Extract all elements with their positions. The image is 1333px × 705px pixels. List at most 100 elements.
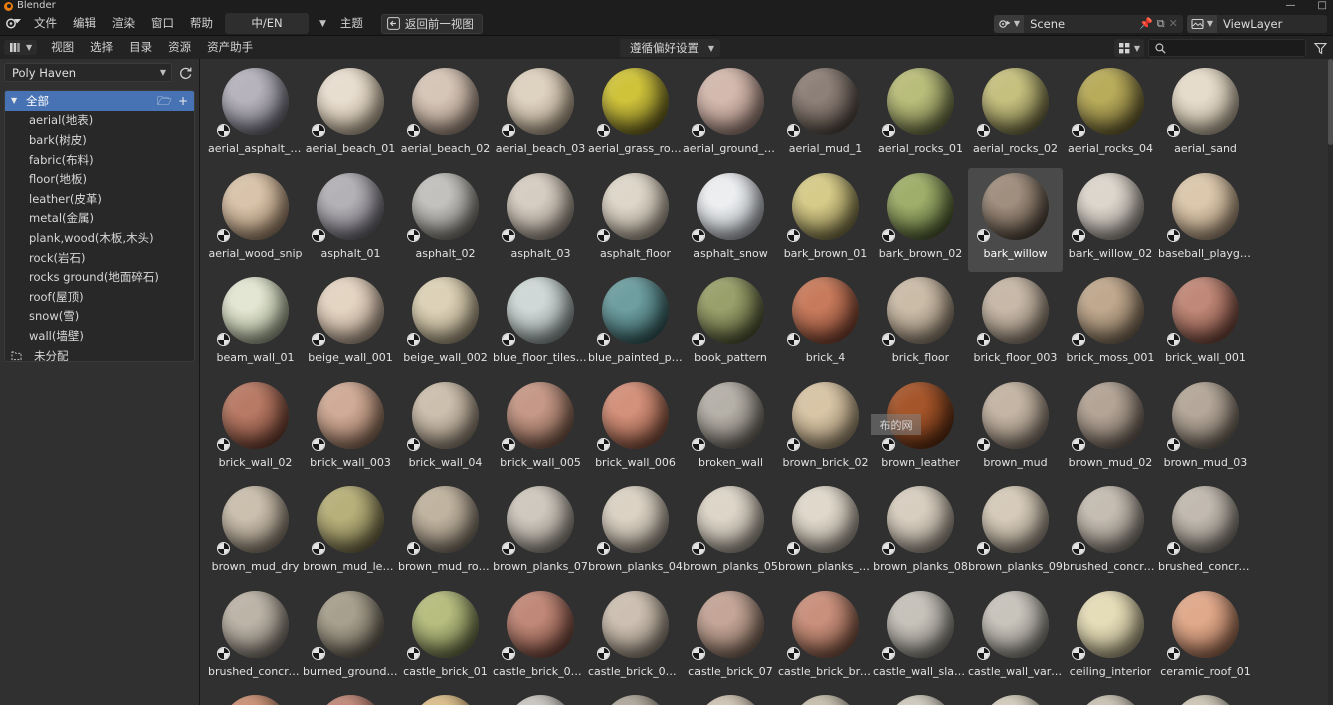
- catalog-item-wall[interactable]: wall(墙壁): [5, 326, 194, 346]
- asset-item[interactable]: castle_brick_02_...: [588, 586, 683, 691]
- asset-item[interactable]: aerial_wood_snip: [208, 168, 303, 273]
- menu-help[interactable]: 帮助: [182, 13, 221, 34]
- vertical-scrollbar[interactable]: [1328, 59, 1333, 705]
- catalog-item-metal[interactable]: metal(金属): [5, 209, 194, 229]
- asset-item[interactable]: broken_wall: [683, 377, 778, 482]
- menu-window[interactable]: 窗口: [143, 13, 182, 34]
- asset-item[interactable]: bark_brown_02: [873, 168, 968, 273]
- window-controls[interactable]: — □: [1286, 0, 1327, 12]
- asset-item[interactable]: beige_wall_001: [303, 272, 398, 377]
- editor-type-selector[interactable]: ▼: [4, 40, 38, 55]
- asset-grid-region[interactable]: aerial_asphalt_01 aerial_beach_01 aerial_b…: [200, 59, 1333, 705]
- asset-item[interactable]: aerial_grass_rock: [588, 63, 683, 168]
- catalog-item-fabric[interactable]: fabric(布料): [5, 150, 194, 170]
- asset-item[interactable]: castle_brick_02_red: [493, 586, 588, 691]
- catalog-item-leather[interactable]: leather(皮革): [5, 189, 194, 209]
- asset-library-dropdown[interactable]: Poly Haven ▼: [4, 63, 172, 82]
- asset-item[interactable]: brick_4: [778, 272, 873, 377]
- asset-item[interactable]: aerial_sand: [1158, 63, 1253, 168]
- chevron-down-icon[interactable]: ▼: [313, 19, 332, 29]
- asset-item[interactable]: brown_mud_03: [1158, 377, 1253, 482]
- chevron-down-icon[interactable]: ▼: [11, 96, 21, 105]
- asset-item[interactable]: row7_e: [1158, 690, 1253, 705]
- menu-render[interactable]: 渲染: [104, 13, 143, 34]
- asset-item[interactable]: brushed_concret...: [1158, 481, 1253, 586]
- asset-item[interactable]: blue_painted_pla...: [588, 272, 683, 377]
- asset-item[interactable]: row7_c: [968, 690, 1063, 705]
- catalog-item-plank-wood[interactable]: plank,wood(木板,木头): [5, 228, 194, 248]
- asset-item[interactable]: clay_floor_001: [398, 690, 493, 705]
- asset-item[interactable]: brick_wall_006: [588, 377, 683, 482]
- menu-asset[interactable]: 资源: [160, 37, 199, 58]
- asset-item[interactable]: brown_mud: [968, 377, 1063, 482]
- catalog-item-unassigned[interactable]: 未分配: [5, 346, 194, 361]
- asset-item[interactable]: aerial_mud_1: [778, 63, 873, 168]
- scene-name[interactable]: Scene: [1024, 17, 1134, 31]
- asset-item[interactable]: aerial_beach_03: [493, 63, 588, 168]
- asset-item[interactable]: baseball_playgro...: [1158, 168, 1253, 273]
- asset-item[interactable]: coast_land_rocks...: [588, 690, 683, 705]
- asset-item[interactable]: brown_mud_02: [1063, 377, 1158, 482]
- asset-item[interactable]: beam_wall_01: [208, 272, 303, 377]
- asset-item[interactable]: book_pattern: [683, 272, 778, 377]
- asset-item[interactable]: row7_b: [873, 690, 968, 705]
- asset-item[interactable]: brown_mud_leav...: [303, 481, 398, 586]
- catalog-item-rock[interactable]: rock(岩石): [5, 248, 194, 268]
- viewlayer-selector[interactable]: ▼ ViewLayer: [1186, 14, 1327, 33]
- asset-item[interactable]: asphalt_02: [398, 168, 493, 273]
- display-options-button[interactable]: ▼: [1113, 39, 1144, 57]
- asset-item[interactable]: bark_willow: [968, 167, 1063, 272]
- asset-item[interactable]: bark_brown_01: [778, 168, 873, 273]
- scene-selector[interactable]: ▼ Scene 📌 ⧉ ✕: [993, 14, 1183, 33]
- asset-item[interactable]: burned_ground_01: [303, 586, 398, 691]
- asset-item[interactable]: asphalt_floor: [588, 168, 683, 273]
- asset-item[interactable]: brushed_concrete: [1063, 481, 1158, 586]
- asset-item[interactable]: ceramic_roof_01: [1158, 586, 1253, 691]
- catalog-item-snow[interactable]: snow(雪): [5, 307, 194, 327]
- asset-item[interactable]: row7_a: [778, 690, 873, 705]
- asset-item[interactable]: brown_planks_04: [588, 481, 683, 586]
- menu-file[interactable]: 文件: [26, 13, 65, 34]
- asset-item[interactable]: brown_mud_rock...: [398, 481, 493, 586]
- filter-button[interactable]: [1310, 39, 1330, 57]
- asset-item[interactable]: brick_wall_001: [1158, 272, 1253, 377]
- asset-item[interactable]: brick_floor_003: [968, 272, 1063, 377]
- asset-item[interactable]: castle_brick_07: [683, 586, 778, 691]
- asset-item[interactable]: bark_willow_02: [1063, 168, 1158, 273]
- asset-item[interactable]: brown_planks_08: [873, 481, 968, 586]
- asset-item[interactable]: castle_brick_brok...: [778, 586, 873, 691]
- catalog-item-rocks-ground[interactable]: rocks ground(地面碎石): [5, 267, 194, 287]
- asset-item[interactable]: church_bricks_02: [208, 690, 303, 705]
- scrollbar-thumb[interactable]: [1328, 59, 1333, 145]
- search-input[interactable]: [1148, 39, 1306, 57]
- asset-item[interactable]: church_bricks_03: [303, 690, 398, 705]
- asset-item[interactable]: castle_wall_varria...: [968, 586, 1063, 691]
- asset-item[interactable]: brick_moss_001: [1063, 272, 1158, 377]
- asset-item[interactable]: clean_pebbles: [493, 690, 588, 705]
- asset-item[interactable]: coast_sand_01: [683, 690, 778, 705]
- menu-catalog[interactable]: 目录: [121, 37, 160, 58]
- asset-item[interactable]: brown_mud_dry: [208, 481, 303, 586]
- maximize-icon[interactable]: □: [1318, 1, 1327, 11]
- asset-item[interactable]: asphalt_snow: [683, 168, 778, 273]
- menu-asset-helper[interactable]: 资产助手: [199, 37, 261, 58]
- asset-item[interactable]: aerial_rocks_04: [1063, 63, 1158, 168]
- blender-app-icon[interactable]: [4, 15, 24, 33]
- asset-item[interactable]: brick_wall_003: [303, 377, 398, 482]
- viewlayer-name[interactable]: ViewLayer: [1217, 17, 1327, 31]
- x-icon[interactable]: ✕: [1169, 17, 1178, 30]
- catalog-item-all[interactable]: ▼ 全部 🗁 +: [5, 91, 194, 111]
- asset-item[interactable]: beige_wall_002: [398, 272, 493, 377]
- asset-item[interactable]: brick_wall_005: [493, 377, 588, 482]
- back-to-previous-view-button[interactable]: 返回前一视图: [380, 13, 483, 34]
- asset-item[interactable]: aerial_beach_01: [303, 63, 398, 168]
- theme-menu[interactable]: 主题: [332, 13, 371, 34]
- plus-icon[interactable]: +: [178, 95, 188, 107]
- asset-item[interactable]: aerial_beach_02: [398, 63, 493, 168]
- asset-item[interactable]: castle_wall_slates: [873, 586, 968, 691]
- asset-item[interactable]: aerial_ground_rock: [683, 63, 778, 168]
- catalog-item-floor[interactable]: floor(地板): [5, 169, 194, 189]
- minimize-icon[interactable]: —: [1286, 1, 1296, 11]
- language-toggle[interactable]: 中/EN: [225, 13, 309, 34]
- duplicate-icon[interactable]: ⧉: [1157, 17, 1165, 31]
